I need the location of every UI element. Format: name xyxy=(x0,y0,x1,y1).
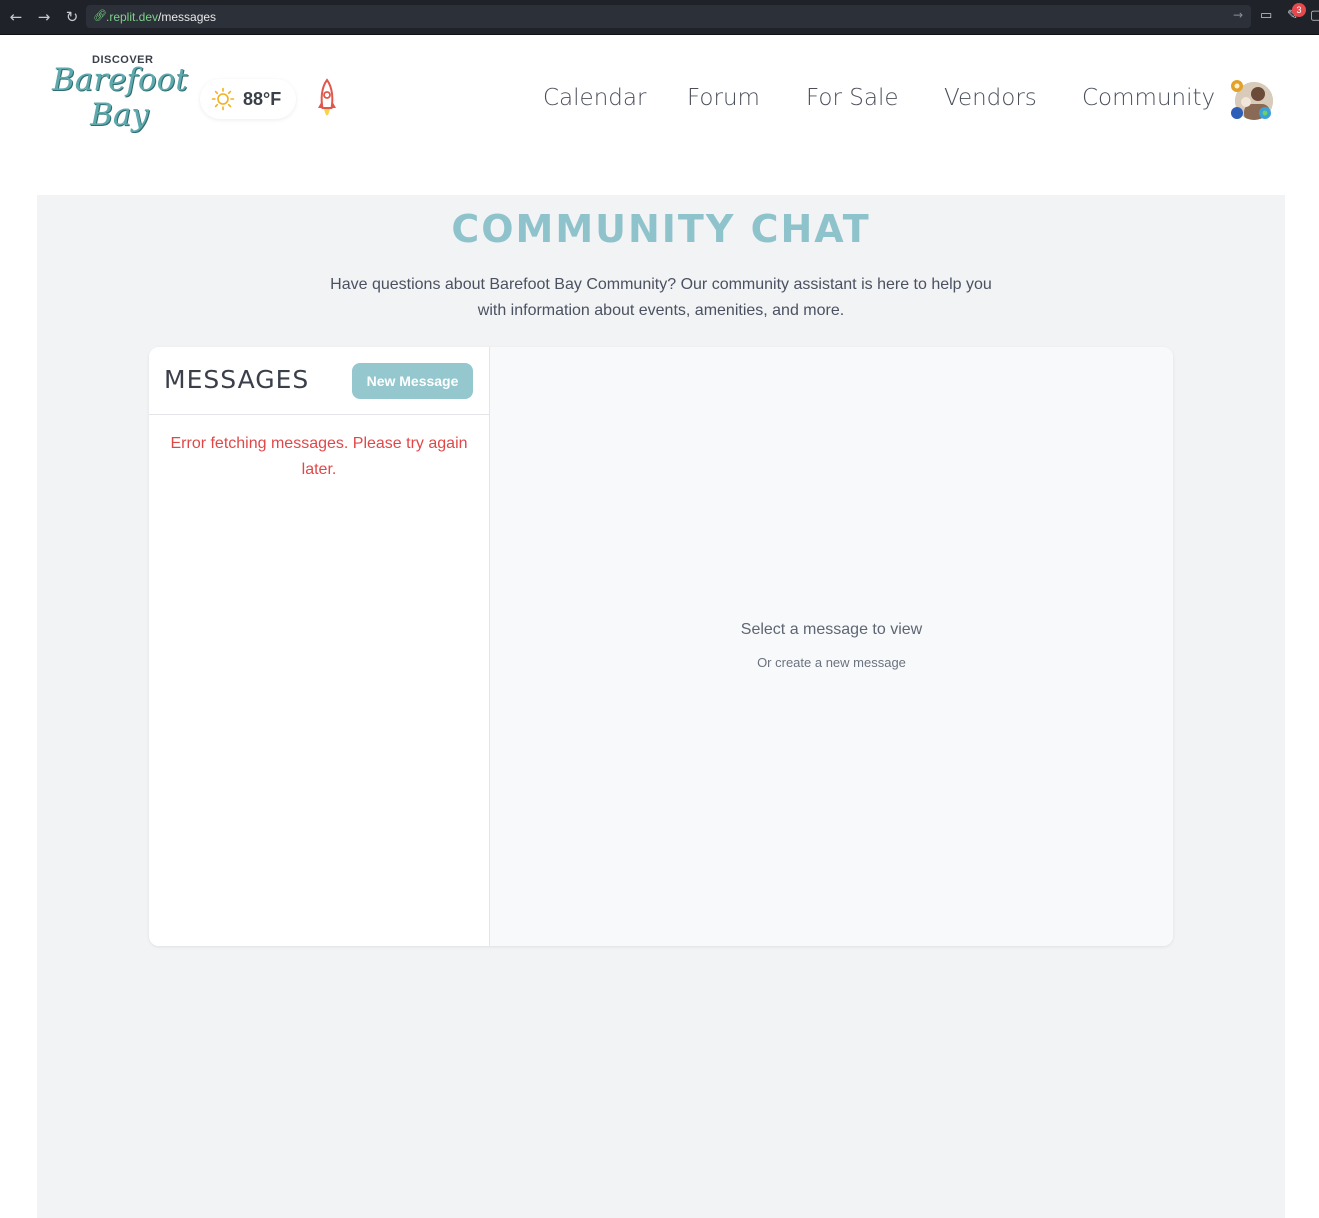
monitor-icon[interactable]: ▭ xyxy=(1260,8,1272,23)
nav-calendar[interactable]: Calendar xyxy=(543,85,646,111)
messages-title: MESSAGES xyxy=(164,365,310,394)
page-title: COMMUNITY CHAT xyxy=(451,207,871,251)
subtitle-line-2: with information about events, amenities… xyxy=(477,302,845,319)
subtitle-line-1: Have questions about Barefoot Bay Commun… xyxy=(330,276,992,293)
back-arrow-icon[interactable]: ← xyxy=(7,8,25,26)
main-content: COMMUNITY CHAT Have questions about Bare… xyxy=(37,195,1285,1218)
messages-panel: MESSAGES New Message Error fetching mess… xyxy=(149,347,490,946)
empty-state-subtitle: Or create a new message xyxy=(757,655,906,670)
forward-arrow-icon[interactable]: → xyxy=(35,8,53,26)
link-icon: 🔗︎ xyxy=(93,9,107,22)
nav-forum[interactable]: Forum xyxy=(687,85,760,111)
messages-header: MESSAGES New Message xyxy=(149,347,489,415)
nav-for-sale[interactable]: For Sale xyxy=(806,85,898,111)
nav-community[interactable]: Community xyxy=(1082,85,1215,111)
reload-icon[interactable]: ↻ xyxy=(63,8,81,26)
empty-state-title: Select a message to view xyxy=(740,621,923,638)
main-nav: Calendar Forum For Sale Vendors Communit… xyxy=(0,85,1319,115)
address-bar[interactable]: 🔗︎ .replit.dev/messages → xyxy=(86,5,1251,28)
message-detail-panel: Select a message to view Or create a new… xyxy=(490,347,1173,946)
nav-vendors[interactable]: Vendors xyxy=(944,85,1037,111)
panel-icon[interactable]: ▢ xyxy=(1310,8,1319,23)
notification-badge: 3 xyxy=(1292,3,1306,17)
page-subtitle: Have questions about Barefoot Bay Commun… xyxy=(311,272,1011,324)
error-message: Error fetching messages. Please try agai… xyxy=(170,435,468,478)
go-arrow-icon[interactable]: → xyxy=(1233,8,1243,22)
url-text: .replit.dev/messages xyxy=(106,10,217,24)
chat-card: MESSAGES New Message Error fetching mess… xyxy=(149,347,1173,946)
new-message-button[interactable]: New Message xyxy=(352,363,473,399)
user-avatar[interactable] xyxy=(1230,80,1274,124)
site-header: DISCOVER Barefoot Bay 88°F Calendar Foru… xyxy=(0,35,1319,165)
browser-toolbar: ← → ↻ 🔗︎ .replit.dev/messages → ▭ ✎ 3 ▢ xyxy=(0,0,1319,35)
